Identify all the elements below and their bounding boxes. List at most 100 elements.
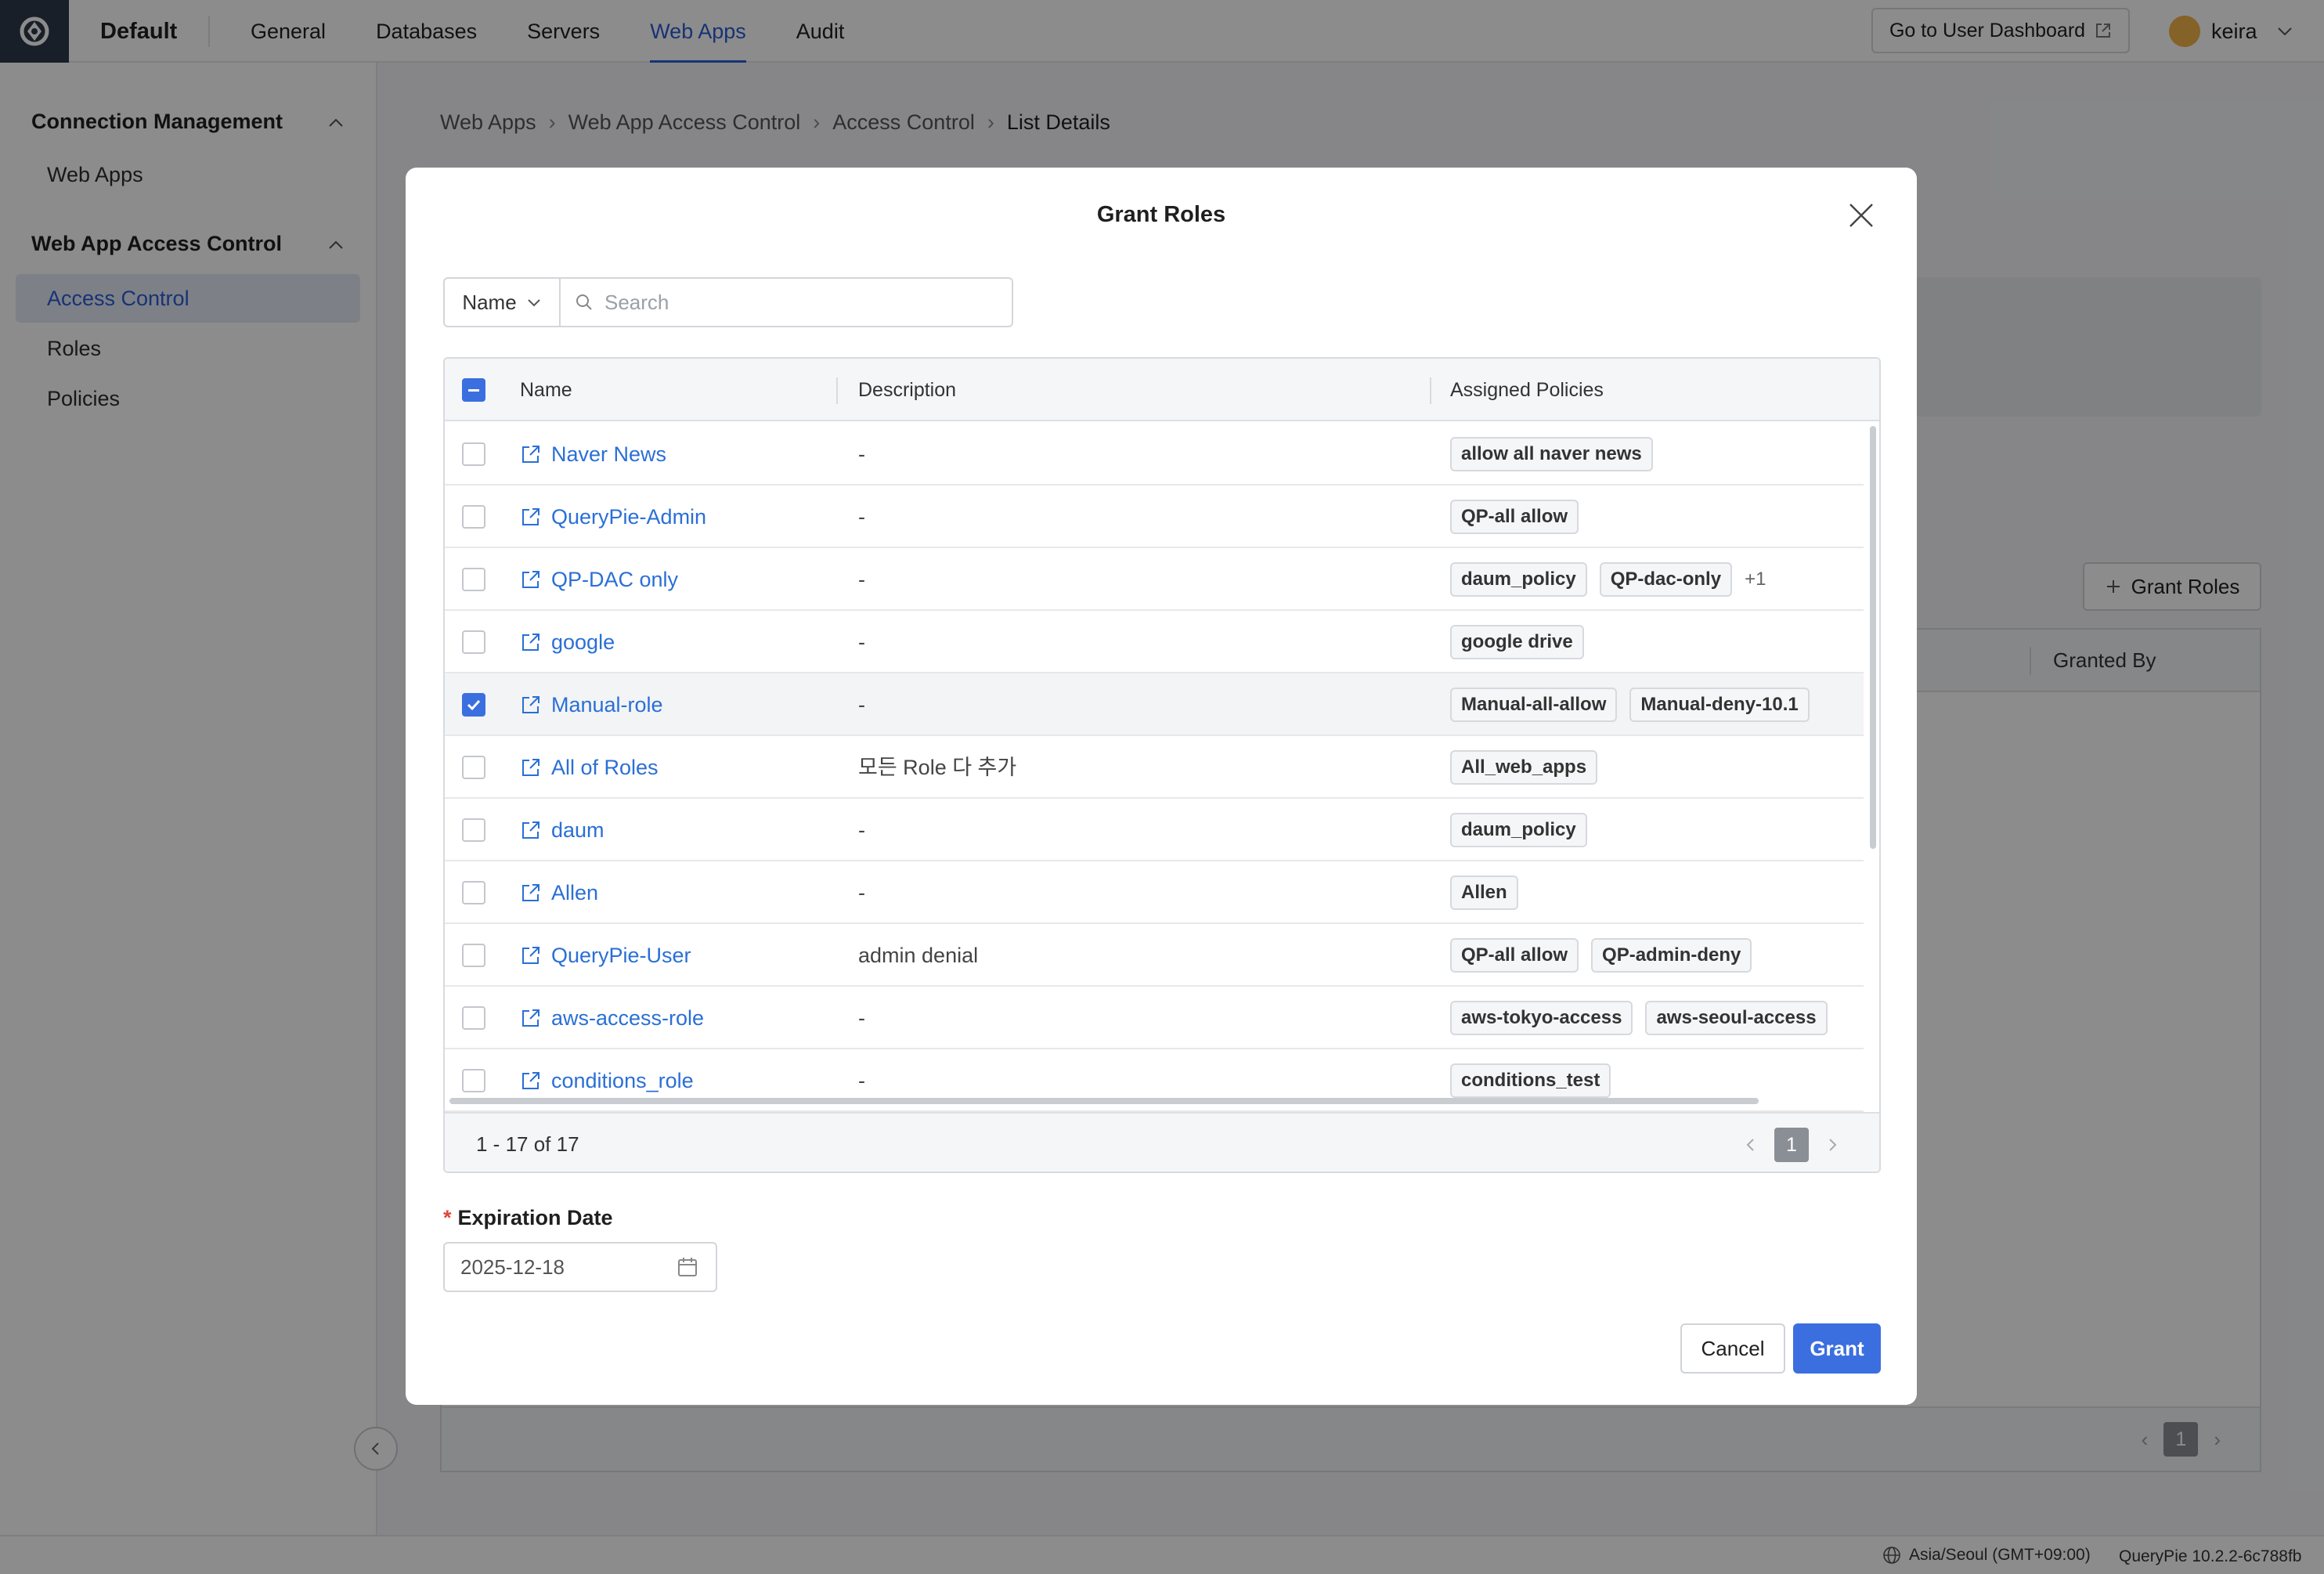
role-link[interactable]: daum — [520, 799, 604, 861]
page-number[interactable]: 1 — [1774, 1128, 1809, 1162]
external-link-icon — [522, 634, 540, 651]
expiration-date-value: 2025-12-18 — [460, 1255, 565, 1279]
role-name: All of Roles — [551, 755, 659, 779]
table-row[interactable]: Manual-role - Manual-all-allow Manual-deny-… — [445, 673, 1864, 736]
roles-table: Name Description Assigned Policies Naver… — [443, 357, 1881, 1173]
table-header: Name Description Assigned Policies — [445, 359, 1879, 421]
horizontal-scrollbar[interactable] — [449, 1098, 1759, 1104]
row-checkbox[interactable] — [462, 568, 485, 591]
row-checkbox[interactable] — [462, 693, 485, 717]
column-assigned-policies[interactable]: Assigned Policies — [1450, 379, 1604, 402]
policy-tag: aws-seoul-access — [1645, 1001, 1828, 1035]
role-description: - — [858, 818, 865, 842]
row-checkbox[interactable] — [462, 818, 485, 842]
grant-button[interactable]: Grant — [1793, 1323, 1881, 1374]
search-box — [561, 279, 1012, 326]
table-row[interactable]: aws-access-role - aws-tokyo-access aws-seou… — [445, 987, 1864, 1049]
policy-tag: daum_policy — [1450, 813, 1587, 847]
role-name: Manual-role — [551, 692, 663, 717]
row-checkbox[interactable] — [462, 1006, 485, 1030]
table-row[interactable]: QueryPie-Admin - QP-all allow — [445, 486, 1864, 548]
assigned-policies: All_web_apps — [1450, 736, 1598, 799]
policy-tag: All_web_apps — [1450, 750, 1598, 785]
row-checkbox[interactable] — [462, 442, 485, 466]
chevron-left-icon[interactable] — [1743, 1137, 1759, 1153]
row-checkbox[interactable] — [462, 1069, 485, 1092]
assigned-policies: daum_policy — [1450, 799, 1587, 861]
policy-tag: Manual-deny-10.1 — [1629, 688, 1810, 722]
vertical-scrollbar[interactable] — [1870, 426, 1876, 849]
external-link-icon — [522, 821, 540, 839]
role-description: - — [858, 442, 865, 466]
search-icon — [576, 294, 592, 310]
column-divider — [1430, 377, 1431, 404]
policy-tag: google drive — [1450, 625, 1584, 659]
search-input[interactable] — [604, 290, 980, 315]
select-all-checkbox[interactable] — [462, 378, 485, 402]
role-name: Naver News — [551, 442, 667, 466]
table-row[interactable]: QueryPie-User admin denial QP-all allow QP-… — [445, 924, 1864, 987]
role-name: daum — [551, 818, 604, 842]
role-description: 모든 Role 다 추가 — [858, 756, 1017, 779]
column-description[interactable]: Description — [858, 379, 956, 402]
chevron-down-icon — [527, 299, 540, 307]
role-name: QP-DAC only — [551, 567, 679, 591]
more-policies-count[interactable]: +1 — [1745, 569, 1766, 590]
row-checkbox[interactable] — [462, 505, 485, 529]
role-link[interactable]: Naver News — [520, 423, 666, 486]
role-name: conditions_role — [551, 1068, 694, 1092]
role-description: - — [858, 568, 865, 591]
role-description: admin denial — [858, 944, 979, 967]
close-icon[interactable] — [1846, 200, 1876, 230]
policy-tag: QP-all allow — [1450, 500, 1579, 534]
policy-tag: conditions_test — [1450, 1063, 1611, 1098]
role-name: QueryPie-Admin — [551, 504, 707, 529]
policy-tag: Allen — [1450, 875, 1518, 910]
table-row[interactable]: daum - daum_policy — [445, 799, 1864, 861]
role-link[interactable]: QueryPie-User — [520, 924, 691, 987]
external-link-icon — [522, 696, 540, 713]
assigned-policies: Allen — [1450, 861, 1518, 924]
dialog-title: Grant Roles — [1096, 202, 1226, 227]
assigned-policies: QP-all allow — [1450, 486, 1579, 548]
search-bar: Name — [443, 277, 1013, 327]
policy-tag: Manual-all-allow — [1450, 688, 1618, 722]
row-checkbox[interactable] — [462, 630, 485, 654]
row-checkbox[interactable] — [462, 881, 485, 904]
policy-tag: allow all naver news — [1450, 437, 1653, 471]
expiration-label-text: Expiration Date — [457, 1206, 613, 1229]
policy-tag: QP-admin-deny — [1591, 938, 1752, 973]
row-checkbox[interactable] — [462, 756, 485, 779]
table-footer: 1 - 17 of 17 1 — [445, 1112, 1879, 1171]
expiration-date-picker[interactable]: 2025-12-18 — [443, 1242, 717, 1292]
row-checkbox[interactable] — [462, 944, 485, 967]
assigned-policies: aws-tokyo-access aws-seoul-access — [1450, 987, 1828, 1049]
policy-tag: aws-tokyo-access — [1450, 1001, 1633, 1035]
table-row[interactable]: Allen - Allen — [445, 861, 1864, 924]
table-row[interactable]: All of Roles 모든 Role 다 추가 All_web_apps — [445, 736, 1864, 799]
role-link[interactable]: QP-DAC only — [520, 548, 678, 611]
search-field-select[interactable]: Name — [445, 279, 561, 326]
policy-tag: daum_policy — [1450, 562, 1587, 597]
role-link[interactable]: Manual-role — [520, 673, 663, 736]
external-link-icon — [522, 571, 540, 588]
column-name[interactable]: Name — [520, 379, 572, 402]
search-field-value: Name — [462, 290, 517, 314]
role-name: Allen — [551, 880, 599, 904]
external-link-icon — [522, 884, 540, 901]
role-description: - — [858, 1006, 865, 1030]
chevron-right-icon[interactable] — [1824, 1137, 1840, 1153]
role-link[interactable]: QueryPie-Admin — [520, 486, 706, 548]
role-link[interactable]: Allen — [520, 861, 598, 924]
table-row[interactable]: Naver News - allow all naver news — [445, 423, 1864, 486]
cancel-button[interactable]: Cancel — [1680, 1323, 1785, 1374]
external-link-icon — [522, 508, 540, 525]
table-row[interactable]: google - google drive — [445, 611, 1864, 673]
table-row[interactable]: QP-DAC only - daum_policy QP-dac-only +1 — [445, 548, 1864, 611]
role-link[interactable]: aws-access-role — [520, 987, 704, 1049]
role-link[interactable]: google — [520, 611, 615, 673]
role-name: aws-access-role — [551, 1005, 705, 1030]
role-link[interactable]: All of Roles — [520, 736, 659, 799]
role-description: - — [858, 505, 865, 529]
external-link-icon — [522, 446, 540, 463]
